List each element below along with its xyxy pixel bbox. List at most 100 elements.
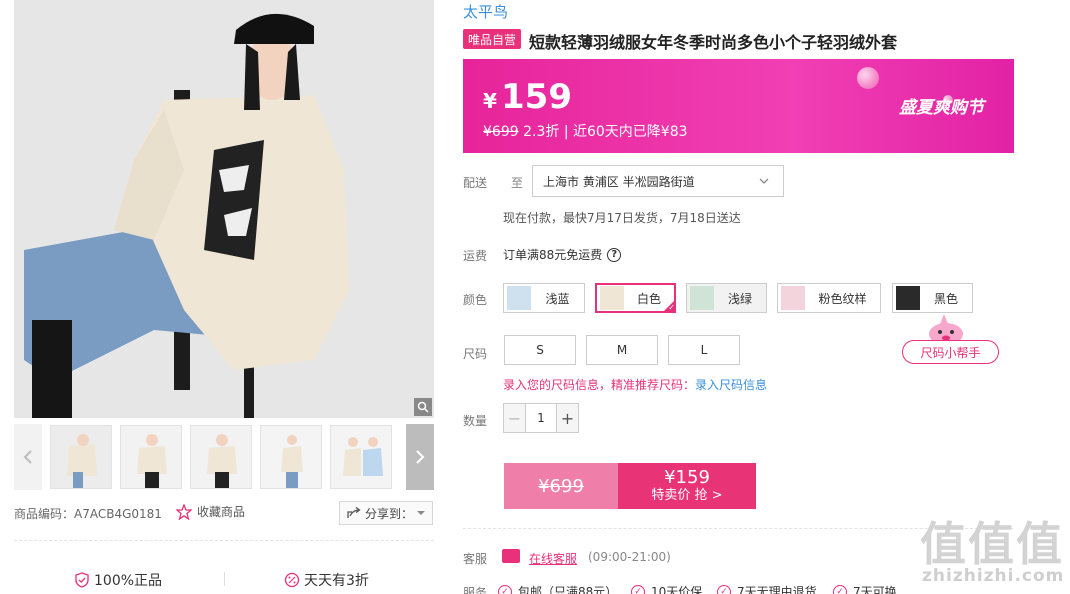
size-option[interactable]: S xyxy=(504,335,576,365)
percent-icon xyxy=(284,572,300,588)
thumb-next-button[interactable] xyxy=(406,424,434,490)
service-hours: (09:00-21:00) xyxy=(588,550,671,564)
check-circle-icon: ✓ xyxy=(498,584,512,594)
service-item-label: 7天可换 xyxy=(853,585,897,594)
price-subline: ¥699 2.3折 | 近60天内已降¥83 xyxy=(483,121,688,141)
freight-text: 订单满88元免运费 xyxy=(503,248,603,262)
color-option-selected[interactable]: 白色 ✓ xyxy=(595,283,676,313)
share-button[interactable]: 分享到： xyxy=(339,501,433,525)
service-item: ✓ 7天可换 xyxy=(833,583,897,594)
favorite-button[interactable]: 收藏商品 xyxy=(176,503,245,520)
size-tip: 录入您的尺码信息，精准推荐尺码：录入尺码信息 xyxy=(503,376,767,393)
color-option[interactable]: 浅绿 xyxy=(686,283,767,313)
shield-check-icon xyxy=(75,572,89,588)
service-item: ✓ 7天无理由退货 xyxy=(717,583,817,594)
color-option[interactable]: 浅蓝 xyxy=(503,283,585,313)
quantity-input[interactable]: 1 xyxy=(526,404,556,432)
color-option-label: 粉色纹样 xyxy=(818,291,867,306)
buy-special[interactable]: ¥159 特卖价 抢 > xyxy=(618,463,756,509)
check-circle-icon: ✓ xyxy=(631,584,645,594)
service-item: ✓ 包邮（只满88元） xyxy=(498,583,617,594)
thumbnail-image[interactable] xyxy=(50,425,112,489)
service-item-label: 7天无理由退货 xyxy=(737,585,817,594)
thumbnail-image[interactable] xyxy=(260,425,322,489)
help-icon[interactable]: ? xyxy=(607,247,622,262)
color-option[interactable]: 粉色纹样 xyxy=(777,283,881,313)
size-option[interactable]: M xyxy=(586,335,658,365)
currency-symbol: ¥ xyxy=(483,89,497,113)
color-swatch-image xyxy=(600,286,624,310)
service-label: 服务 xyxy=(463,586,488,594)
color-option-label: 浅蓝 xyxy=(545,291,570,306)
check-circle-icon: ✓ xyxy=(717,584,731,594)
product-title: 短款轻薄羽绒服女年冬季时尚多色小个子轻羽绒外套 xyxy=(529,33,898,52)
chevron-right-icon xyxy=(416,450,425,464)
guarantee-daily-label: 天天有3折 xyxy=(304,573,369,589)
original-price: ¥699 xyxy=(483,124,519,140)
guarantee-authentic: 100%正品 xyxy=(74,570,162,590)
share-icon xyxy=(347,507,361,518)
size-helper-button[interactable]: 尺码小帮手 xyxy=(902,340,999,364)
thumbnail-image[interactable] xyxy=(120,425,182,489)
color-option-label: 黑色 xyxy=(933,291,958,306)
chevron-left-icon xyxy=(23,450,32,464)
check-icon: ✓ xyxy=(662,299,676,313)
price-history-note: | 近60天内已降¥83 xyxy=(563,124,688,140)
color-option-label: 浅绿 xyxy=(727,291,752,306)
thumb-prev-button[interactable] xyxy=(14,424,42,490)
decor-bubble xyxy=(857,67,879,89)
color-swatch-image xyxy=(896,286,920,310)
check-circle-icon: ✓ xyxy=(833,584,847,594)
watermark-logo: 值值值 xyxy=(920,517,1064,571)
size-tip-text: 录入您的尺码信息，精准推荐尺码： xyxy=(503,378,696,392)
quantity-decrease-button[interactable]: − xyxy=(504,404,526,432)
caret-down-icon xyxy=(417,511,425,515)
chat-icon[interactable] xyxy=(502,549,520,563)
brand-link[interactable]: 太平鸟 xyxy=(463,1,508,22)
buy-special-price: ¥159 xyxy=(664,467,710,488)
self-operated-badge: 唯品自营 xyxy=(463,29,521,49)
chevron-down-icon xyxy=(759,178,769,184)
service-item-label: 10天价保 xyxy=(651,585,703,594)
color-swatch-image xyxy=(507,286,531,310)
online-service-link[interactable]: 在线客服 xyxy=(529,550,577,567)
quantity-label: 数量 xyxy=(463,414,488,428)
current-price: 159 xyxy=(501,77,572,117)
address-selector[interactable]: 上海市 黄浦区 半凇园路街道 xyxy=(532,165,784,197)
buy-button[interactable]: ¥699 ¥159 特卖价 抢 > xyxy=(504,463,756,509)
service-item-label: 包邮（只满88元） xyxy=(518,585,618,594)
share-label: 分享到： xyxy=(364,506,413,521)
color-swatch-image xyxy=(690,286,714,310)
watermark-url: zhizhizhi.com xyxy=(922,566,1065,586)
size-option[interactable]: L xyxy=(668,335,740,365)
main-product-image[interactable] xyxy=(14,0,434,418)
quantity-increase-button[interactable]: + xyxy=(556,404,578,432)
color-label: 颜色 xyxy=(463,293,488,307)
shipping-estimate: 现在付款，最快7月17日发货，7月18日送达 xyxy=(503,211,741,225)
product-photo xyxy=(14,0,434,418)
star-icon xyxy=(176,503,192,520)
divider xyxy=(14,540,434,541)
delivery-to-label: 至 xyxy=(511,176,524,190)
customer-service-label: 客服 xyxy=(463,552,488,566)
promo-tag: 盛夏爽购节 xyxy=(899,98,984,118)
delivery-label: 配送 xyxy=(463,176,488,190)
service-item: ✓ 10天价保 xyxy=(631,583,702,594)
thumbnail-image[interactable] xyxy=(190,425,252,489)
size-tip-link[interactable]: 录入尺码信息 xyxy=(695,378,767,392)
thumbnail-image[interactable] xyxy=(330,425,392,489)
quantity-stepper: − 1 + xyxy=(503,403,579,433)
zoom-icon[interactable] xyxy=(414,398,432,416)
size-label: 尺码 xyxy=(463,347,488,361)
buy-original-price: ¥699 xyxy=(504,463,618,509)
color-swatch-image xyxy=(781,286,805,310)
divider xyxy=(224,572,225,586)
buy-special-label: 特卖价 抢 > xyxy=(651,488,723,503)
sku-code: 商品编码：A7ACB4G0181 xyxy=(14,507,162,521)
thumbnail-strip xyxy=(14,424,434,490)
guarantee-daily-discount: 天天有3折 xyxy=(284,570,369,590)
color-option[interactable]: 黑色 xyxy=(892,283,973,313)
freight-label: 运费 xyxy=(463,249,488,263)
price-banner: ¥ 159 ¥699 2.3折 | 近60天内已降¥83 盛夏爽购节 xyxy=(463,59,1014,153)
freight-info: 订单满88元免运费 ? xyxy=(503,246,622,263)
